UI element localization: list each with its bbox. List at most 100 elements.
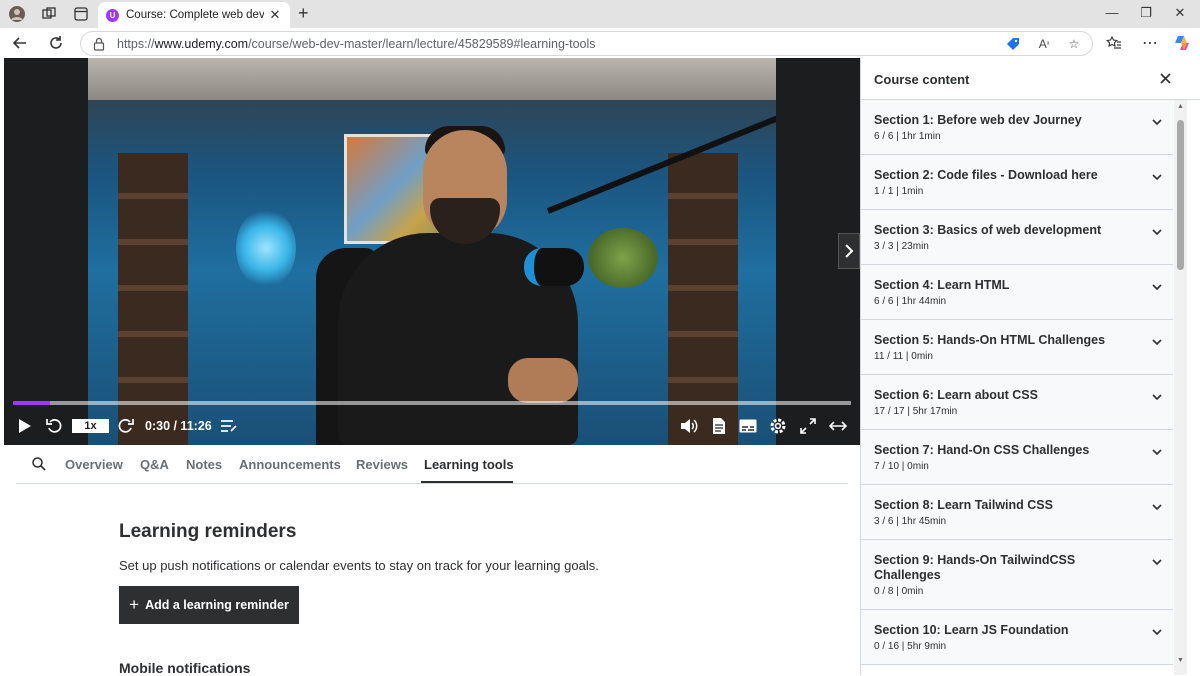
chevron-down-icon[interactable] bbox=[1151, 336, 1163, 348]
section-title: Section 3: Basics of web development bbox=[874, 223, 1102, 237]
forward-icon[interactable] bbox=[114, 415, 136, 437]
browser-toolbar: https://www.udemy.com/course/web-dev-mas… bbox=[0, 28, 1200, 58]
course-section-10[interactable]: Section 10: Learn JS Foundation 0 / 16 | … bbox=[861, 610, 1173, 665]
active-tab-indicator bbox=[421, 481, 513, 483]
address-bar[interactable]: https://www.udemy.com/course/web-dev-mas… bbox=[80, 31, 1093, 56]
menu-icon[interactable]: ⋯ bbox=[1140, 33, 1160, 53]
tab-learning-tools[interactable]: Learning tools bbox=[424, 457, 514, 472]
tab-announcements[interactable]: Announcements bbox=[239, 457, 341, 472]
close-icon[interactable]: ✕ bbox=[268, 7, 282, 23]
section-title: Section 9: Hands-On TailwindCSS Challeng… bbox=[874, 553, 1076, 582]
volume-icon[interactable] bbox=[678, 415, 700, 437]
section-meta: 11 / 11 | 0min bbox=[874, 351, 933, 362]
section-meta: 0 / 8 | 0min bbox=[874, 586, 924, 597]
chevron-down-icon[interactable] bbox=[1151, 171, 1163, 183]
section-meta: 3 / 6 | 1hr 45min bbox=[874, 516, 947, 527]
course-section-9[interactable]: Section 9: Hands-On TailwindCSS Challeng… bbox=[861, 540, 1173, 610]
section-title: Section 5: Hands-On HTML Challenges bbox=[874, 333, 1106, 347]
chevron-down-icon[interactable] bbox=[1151, 501, 1163, 513]
tab-qa[interactable]: Q&A bbox=[140, 457, 169, 472]
favorites-icon[interactable] bbox=[1104, 33, 1124, 53]
chevron-down-icon[interactable] bbox=[1151, 626, 1163, 638]
rewind-icon[interactable] bbox=[44, 415, 66, 437]
new-tab-icon[interactable]: + bbox=[298, 4, 309, 22]
copilot-icon[interactable] bbox=[1172, 33, 1192, 53]
course-section-7[interactable]: Section 7: Hand-On CSS Challenges 7 / 10 … bbox=[861, 430, 1173, 485]
course-section-3[interactable]: Section 3: Basics of web development 3 / … bbox=[861, 210, 1173, 265]
course-section-8[interactable]: Section 8: Learn Tailwind CSS 3 / 6 | 1hr… bbox=[861, 485, 1173, 540]
refresh-icon[interactable] bbox=[46, 33, 66, 53]
section-title: Section 8: Learn Tailwind CSS bbox=[874, 498, 1053, 512]
tab-overview[interactable]: Overview bbox=[65, 457, 123, 472]
url-text: https://www.udemy.com/course/web-dev-mas… bbox=[117, 37, 596, 51]
browser-tab[interactable]: U Course: Complete web developm ✕ bbox=[98, 2, 290, 28]
chevron-down-icon[interactable] bbox=[1151, 446, 1163, 458]
transcript-icon[interactable] bbox=[708, 415, 730, 437]
play-icon[interactable] bbox=[14, 415, 36, 437]
tab-notes[interactable]: Notes bbox=[186, 457, 222, 472]
favorite-icon[interactable]: ☆ bbox=[1066, 36, 1082, 52]
settings-icon[interactable] bbox=[767, 415, 789, 437]
playback-speed-button[interactable]: 1x bbox=[72, 419, 109, 433]
player-controls: 1x 0:30 / 11:26 bbox=[4, 413, 860, 439]
tab-reviews[interactable]: Reviews bbox=[356, 457, 408, 472]
learning-reminders-heading: Learning reminders bbox=[119, 521, 297, 542]
window-close-icon[interactable]: ✕ bbox=[1172, 5, 1188, 21]
back-icon[interactable] bbox=[10, 33, 30, 53]
scroll-up-icon[interactable]: ▲ bbox=[1177, 103, 1184, 110]
section-meta: 7 / 10 | 0min bbox=[874, 461, 929, 472]
section-meta: 6 / 6 | 1hr 1min bbox=[874, 131, 941, 142]
video-frame bbox=[88, 58, 776, 445]
fullscreen-icon[interactable] bbox=[797, 415, 819, 437]
mobile-notifications-heading: Mobile notifications bbox=[119, 660, 251, 676]
add-learning-reminder-label: Add a learning reminder bbox=[145, 598, 289, 612]
maximize-icon[interactable]: ❐ bbox=[1138, 5, 1154, 21]
section-title: Section 1: Before web dev Journey bbox=[874, 113, 1082, 127]
sidebar-header: Course content bbox=[861, 58, 1200, 100]
scroll-down-icon[interactable]: ▼ bbox=[1177, 657, 1184, 664]
avatar-icon[interactable] bbox=[8, 5, 26, 23]
next-lecture-button[interactable] bbox=[838, 233, 860, 269]
tab-title: Course: Complete web developm bbox=[126, 9, 264, 21]
video-progress-bar[interactable] bbox=[13, 401, 851, 405]
video-progress-fill bbox=[13, 401, 50, 405]
section-meta: 0 / 16 | 5hr 9min bbox=[874, 641, 947, 652]
coupon-icon[interactable] bbox=[1005, 36, 1021, 52]
chevron-down-icon[interactable] bbox=[1151, 116, 1163, 128]
chevron-down-icon[interactable] bbox=[1151, 226, 1163, 238]
section-title: Section 6: Learn about CSS bbox=[874, 388, 1038, 402]
workspaces-icon[interactable] bbox=[40, 5, 58, 23]
next-chevron-icon bbox=[845, 244, 854, 258]
course-section-1[interactable]: Section 1: Before web dev Journey 6 / 6 |… bbox=[861, 100, 1173, 155]
course-section-6[interactable]: Section 6: Learn about CSS 17 / 17 | 5hr … bbox=[861, 375, 1173, 430]
chevron-down-icon[interactable] bbox=[1151, 391, 1163, 403]
section-title: Section 2: Code files - Download here bbox=[874, 168, 1098, 182]
sidebar-scrollbar[interactable]: ▲ ▼ bbox=[1174, 100, 1187, 675]
section-title: Section 10: Learn JS Foundation bbox=[874, 623, 1069, 637]
scrollbar-thumb[interactable] bbox=[1177, 120, 1184, 270]
lock-icon[interactable] bbox=[93, 37, 105, 56]
chevron-down-icon[interactable] bbox=[1151, 556, 1163, 568]
section-meta: 1 / 1 | 1min bbox=[874, 186, 924, 197]
search-icon[interactable] bbox=[32, 457, 46, 476]
video-time: 0:30 / 11:26 bbox=[145, 419, 212, 433]
playlist-icon[interactable] bbox=[218, 415, 240, 437]
course-section-2[interactable]: Section 2: Code files - Download here 1 /… bbox=[861, 155, 1173, 210]
video-player[interactable]: 1x 0:30 / 11:26 bbox=[4, 58, 860, 445]
section-meta: 6 / 6 | 1hr 44min bbox=[874, 296, 947, 307]
course-section-4[interactable]: Section 4: Learn HTML 6 / 6 | 1hr 44min bbox=[861, 265, 1173, 320]
chevron-down-icon[interactable] bbox=[1151, 281, 1163, 293]
captions-icon[interactable] bbox=[737, 415, 759, 437]
tab-actions-icon[interactable] bbox=[72, 5, 90, 23]
section-title: Section 7: Hand-On CSS Challenges bbox=[874, 443, 1090, 457]
read-aloud-icon[interactable]: Aᵃ bbox=[1036, 36, 1052, 52]
browser-tab-bar: U Course: Complete web developm ✕ + — ❐ … bbox=[0, 0, 1200, 28]
expand-icon[interactable] bbox=[827, 415, 849, 437]
sidebar-title: Course content bbox=[874, 72, 970, 87]
section-meta: 3 / 3 | 23min bbox=[874, 241, 929, 252]
close-icon[interactable] bbox=[1157, 70, 1173, 86]
minimize-icon[interactable]: — bbox=[1104, 5, 1120, 20]
course-section-5[interactable]: Section 5: Hands-On HTML Challenges 11 / … bbox=[861, 320, 1173, 375]
section-title: Section 4: Learn HTML bbox=[874, 278, 1010, 292]
add-learning-reminder-button[interactable]: + Add a learning reminder bbox=[119, 586, 299, 624]
